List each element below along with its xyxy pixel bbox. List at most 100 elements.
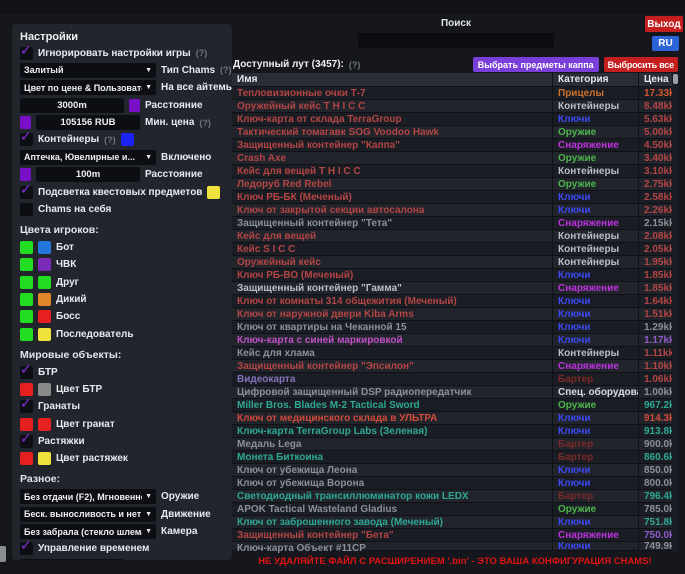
item-category: Бартер — [552, 451, 638, 463]
color-swatch[interactable] — [20, 293, 33, 306]
table-row[interactable]: Ключ от медицинского склада в УЛЬТРАКлюч… — [232, 412, 678, 425]
table-row[interactable]: Ключ от наружной двери Kiba ArmsКлючи1.5… — [232, 308, 678, 321]
dropdown[interactable]: Беск. выносливость и нет уста▼ — [20, 507, 156, 522]
table-row[interactable]: Ключ от заброшенного завода (Меченый)Клю… — [232, 516, 678, 529]
table-row[interactable]: Цифровой защищенный DSP радиопередатчикС… — [232, 386, 678, 399]
scrollbar-thumb[interactable] — [673, 74, 678, 84]
table-row[interactable]: Тепловизионные очки Т-7Прицелы17.33kk — [232, 87, 678, 100]
table-row[interactable]: Crash AxeОружие3.40kk — [232, 152, 678, 165]
table-row[interactable]: Ключ от комнаты 314 общежития (Меченый)К… — [232, 295, 678, 308]
help-icon: (?) — [220, 65, 232, 75]
table-row[interactable]: Оружейный кейс T H I C CКонтейнеры8.48kk — [232, 100, 678, 113]
item-name: Ключ от закрытой секции автосалона — [232, 205, 552, 216]
table-scrollbar[interactable] — [672, 73, 679, 552]
config-warning-text: НЕ УДАЛЯЙТЕ ФАЙЛ С РАСШИРЕНИЕМ '.bin' - … — [232, 556, 678, 567]
item-category: Снаряжение — [552, 139, 638, 151]
value-input[interactable] — [20, 98, 124, 113]
table-row[interactable]: Кейс S I C CКонтейнеры2.05kk — [232, 243, 678, 256]
color-swatch[interactable] — [20, 418, 33, 431]
checkbox-label: Chams на себя — [38, 204, 111, 215]
table-row[interactable]: Ключ от закрытой секции автосалонаКлючи2… — [232, 204, 678, 217]
dropdown[interactable]: Без забрала (стекло шлема)▼ — [20, 524, 156, 539]
checkbox-unchecked[interactable] — [20, 203, 33, 216]
table-row[interactable]: Светодиодный трансиллюминатор кожи LEDXБ… — [232, 490, 678, 503]
input-label: Мин. цена — [145, 117, 194, 128]
color-swatch[interactable] — [20, 168, 31, 181]
color-swatch[interactable] — [207, 186, 220, 199]
select-kappa-items-button[interactable]: Выбрать предметы каппа — [473, 57, 599, 72]
color-swatch[interactable] — [38, 241, 51, 254]
table-row[interactable]: Miller Bros. Blades M-2 Tactical SwordОр… — [232, 399, 678, 412]
table-row[interactable]: Ключ РБ-ВО (Меченый)Ключи1.85kk — [232, 269, 678, 282]
color-swatch[interactable] — [38, 328, 51, 341]
table-row[interactable]: Монета БиткоинаБартер860.6k — [232, 451, 678, 464]
table-row[interactable]: Тактический томагавк SOG Voodoo HawkОруж… — [232, 126, 678, 139]
table-row[interactable]: Ключ-карта Объект #11СРКлючи749.9k — [232, 542, 678, 551]
color-swatch[interactable] — [20, 116, 31, 129]
table-row[interactable]: Ключ от убежища ЛеонаКлючи850.0k — [232, 464, 678, 477]
value-input[interactable] — [20, 559, 124, 560]
table-row[interactable]: Кейс для хламаКонтейнеры1.11kk — [232, 347, 678, 360]
dropdown[interactable]: Без отдачи (F2), Мгновенное п▼ — [20, 489, 156, 504]
color-swatch[interactable] — [38, 383, 51, 396]
color-swatch[interactable] — [20, 452, 33, 465]
dropdown-label: Тип Chams — [161, 65, 215, 76]
table-row[interactable]: ВидеокартаБартер1.06kk — [232, 373, 678, 386]
checkbox-checked[interactable]: ✓ — [20, 435, 33, 448]
table-row[interactable]: Ключ-карта с синей маркировкойКлючи1.17k… — [232, 334, 678, 347]
table-row[interactable]: Ключ РБ-БК (Меченый)Ключи2.58kk — [232, 191, 678, 204]
table-row[interactable]: Ключ-карта от склада TerraGroupКлючи5.63… — [232, 113, 678, 126]
value-input[interactable] — [36, 167, 140, 182]
table-row[interactable]: Кейс для вещейКонтейнеры2.08kk — [232, 230, 678, 243]
item-category: Контейнеры — [552, 347, 638, 359]
table-row[interactable]: Ключ-карта TerraGroup Labs (Зеленая)Ключ… — [232, 425, 678, 438]
checkbox-checked[interactable]: ✓ — [20, 186, 33, 199]
table-row[interactable]: Медаль LegaБартер900.0k — [232, 438, 678, 451]
settings-row: ✓Контейнеры(?) — [20, 133, 224, 147]
item-name: APOK Tactical Wasteland Gladius — [232, 504, 552, 515]
color-swatch[interactable] — [38, 276, 51, 289]
value-input[interactable] — [36, 115, 140, 130]
settings-row: Цвет гранат — [20, 417, 224, 431]
table-row[interactable]: Оружейный кейсКонтейнеры1.95kk — [232, 256, 678, 269]
checkbox-checked[interactable]: ✓ — [20, 133, 33, 146]
color-swatch[interactable] — [20, 310, 33, 323]
table-row[interactable]: Ледоруб Red RebelОружие2.75kk — [232, 178, 678, 191]
language-button[interactable]: RU — [652, 36, 679, 51]
checkbox-checked[interactable]: ✓ — [20, 400, 33, 413]
color-swatch[interactable] — [38, 418, 51, 431]
checkbox-checked[interactable]: ✓ — [20, 47, 33, 60]
dropdown[interactable]: Цвет по цене & Пользователь▼ — [20, 80, 156, 95]
color-swatch[interactable] — [121, 133, 134, 146]
drop-all-button[interactable]: Выбросить все — [604, 57, 678, 72]
checkbox-checked[interactable]: ✓ — [20, 366, 33, 379]
color-swatch[interactable] — [129, 99, 140, 112]
table-row[interactable]: Защищенный контейнер "Тета"Снаряжение2.1… — [232, 217, 678, 230]
item-name: Цифровой защищенный DSP радиопередатчик — [232, 387, 552, 398]
dropdown[interactable]: Аптечка, Ювелирные и...▼ — [20, 150, 156, 165]
color-swatch[interactable] — [38, 293, 51, 306]
exit-button[interactable]: Выход — [645, 16, 683, 32]
table-row[interactable]: Защищенный контейнер "Каппа"Снаряжение4.… — [232, 139, 678, 152]
color-swatch[interactable] — [38, 258, 51, 271]
settings-row: Босс — [20, 310, 224, 324]
color-swatch[interactable] — [20, 258, 33, 271]
table-row[interactable]: Ключ от убежища ВоронаКлючи800.0k — [232, 477, 678, 490]
item-category: Бартер — [552, 373, 638, 385]
color-swatch[interactable] — [20, 241, 33, 254]
table-row[interactable]: APOK Tactical Wasteland GladiusОружие785… — [232, 503, 678, 516]
checkbox-checked[interactable]: ✓ — [20, 542, 33, 555]
color-swatch[interactable] — [38, 310, 51, 323]
table-row[interactable]: Защищенный контейнер "Бета"Снаряжение750… — [232, 529, 678, 542]
color-swatch[interactable] — [20, 276, 33, 289]
table-row[interactable]: Кейс для вещей T H I C CКонтейнеры3.10kk — [232, 165, 678, 178]
search-input[interactable] — [358, 33, 554, 48]
table-row[interactable]: Защищенный контейнер "Эпсилон"Снаряжение… — [232, 360, 678, 373]
table-row[interactable]: Защищенный контейнер "Гамма"Снаряжение1.… — [232, 282, 678, 295]
color-swatch[interactable] — [20, 328, 33, 341]
item-category: Бартер — [552, 490, 638, 502]
color-swatch[interactable] — [38, 452, 51, 465]
color-swatch[interactable] — [20, 383, 33, 396]
dropdown[interactable]: Залитый▼ — [20, 63, 156, 78]
table-row[interactable]: Ключ от квартиры на Чеканной 15Ключи1.29… — [232, 321, 678, 334]
